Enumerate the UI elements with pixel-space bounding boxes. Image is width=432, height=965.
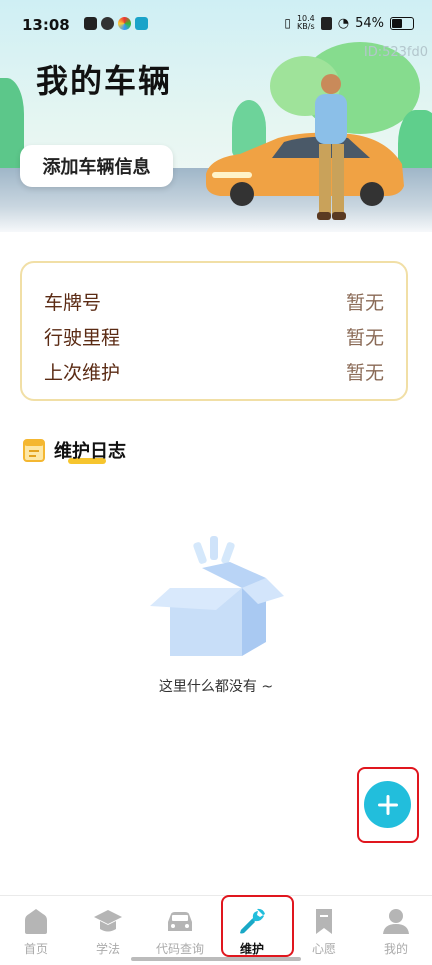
tab-code-lookup-label: 代码查询 [155, 942, 204, 956]
app-notification-icon [135, 17, 148, 30]
add-vehicle-info-button[interactable]: 添加车辆信息 [20, 145, 173, 187]
tab-code-lookup[interactable]: 代码查询 [144, 896, 216, 965]
fab-highlight-frame [357, 767, 419, 843]
app-notification-icon [84, 17, 97, 30]
plate-label: 车牌号 [44, 291, 102, 314]
tab-wishes-label: 心愿 [311, 942, 336, 956]
car-illustration [206, 132, 404, 206]
graduation-cap-icon [94, 910, 122, 932]
tab-wishes[interactable]: 心愿 [288, 896, 360, 965]
last-maintenance-label: 上次维护 [44, 361, 121, 384]
tab-home[interactable]: 首页 [0, 896, 72, 965]
battery-percent: 54% [355, 15, 384, 31]
page-title: 我的车辆 [36, 62, 173, 100]
active-tab-highlight-frame [221, 895, 294, 957]
maintenance-log-title: 维护日志 [54, 437, 126, 464]
battery-icon [390, 16, 414, 30]
info-row-mileage: 行驶里程 暂无 [44, 321, 384, 351]
tab-profile-label: 我的 [383, 942, 408, 956]
tab-profile[interactable]: 我的 [360, 896, 432, 965]
add-maintenance-button[interactable] [364, 781, 411, 828]
bookmark-icon [316, 909, 332, 934]
home-icon [25, 909, 47, 934]
user-icon [383, 909, 409, 934]
home-indicator[interactable] [131, 957, 301, 961]
empty-box-illustration [150, 536, 284, 656]
vibrate-icon: ▯ [284, 16, 291, 30]
wifi-icon: ◔ [337, 15, 350, 31]
app-notification-icon [101, 17, 114, 30]
empty-state-text: 这里什么都没有 ~ [158, 679, 274, 695]
notification-icons [84, 17, 148, 30]
status-bar: 13:08 ▯ 10.4 KB/s ◔ 54% [0, 0, 432, 50]
mileage-label: 行驶里程 [44, 326, 121, 349]
notepad-icon [23, 439, 45, 462]
app-notification-icon [118, 17, 131, 30]
status-right: ▯ 10.4 KB/s ◔ 54% [284, 15, 414, 31]
nfc-icon [320, 16, 332, 30]
maintenance-log-header: 维护日志 [22, 436, 126, 464]
plus-icon [377, 794, 398, 815]
tab-study[interactable]: 学法 [72, 896, 144, 965]
net-speed: 10.4 KB/s [297, 15, 315, 31]
net-speed-unit: KB/s [297, 22, 315, 31]
mileage-value: 暂无 [345, 326, 384, 349]
info-row-last-maintenance: 上次维护 暂无 [44, 356, 384, 386]
info-row-plate: 车牌号 暂无 [44, 286, 384, 316]
status-time: 13:08 [22, 16, 70, 34]
tab-home-label: 首页 [23, 942, 48, 956]
bottom-tab-bar: 首页 学法 代码查询 维护 心愿 我的 [0, 895, 432, 965]
vehicle-info-card: 车牌号 暂无 行驶里程 暂无 上次维护 暂无 [20, 261, 408, 401]
person-illustration [315, 74, 347, 220]
plate-value: 暂无 [345, 291, 384, 314]
last-maintenance-value: 暂无 [345, 361, 384, 384]
tab-study-label: 学法 [95, 942, 120, 956]
car-icon [168, 912, 192, 931]
